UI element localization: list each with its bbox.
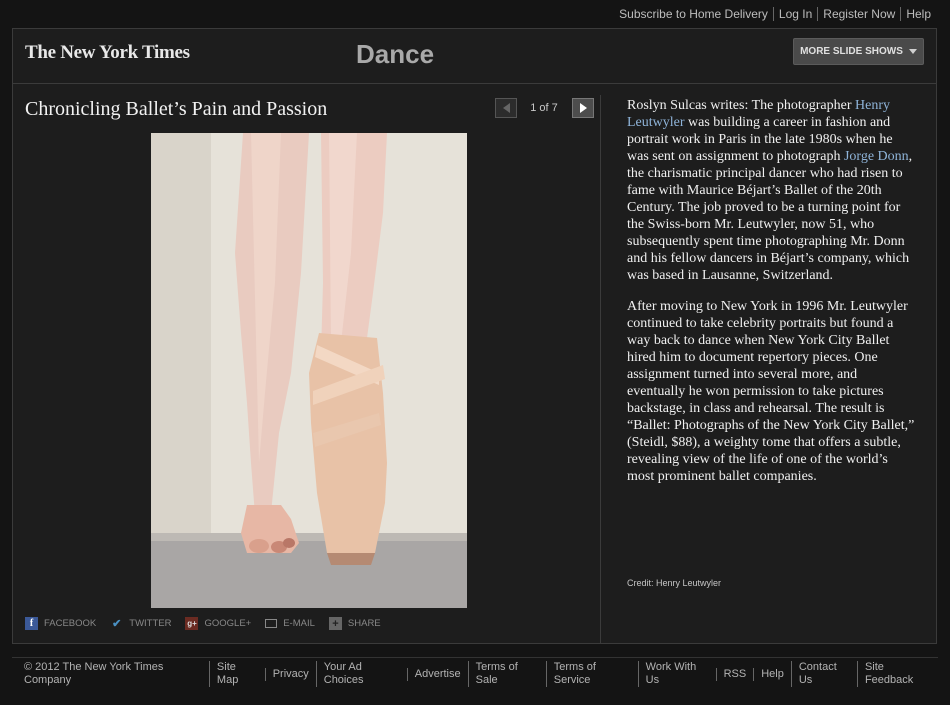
share-googleplus[interactable]: g+ GOOGLE+ [185, 617, 251, 630]
arrow-left-icon [502, 103, 510, 113]
facebook-icon: f [25, 617, 38, 630]
share-facebook[interactable]: f FACEBOOK [25, 617, 96, 630]
slideshow-header: The New York Times Dance MORE SLIDE SHOW… [13, 29, 936, 84]
share-email[interactable]: E-MAIL [265, 618, 315, 629]
arrow-right-icon [579, 103, 587, 113]
slide-title: Chronicling Ballet’s Pain and Passion [25, 98, 328, 120]
footer-terms-of-sale[interactable]: Terms of Sale [467, 661, 546, 687]
footer-contact-us[interactable]: Contact Us [790, 661, 857, 687]
footer-ad-choices[interactable]: Your Ad Choices [315, 661, 407, 687]
slide-photo[interactable] [151, 133, 467, 608]
share-bar: f FACEBOOK ✔ TWITTER g+ GOOGLE+ E-MAIL +… [25, 617, 395, 630]
plus-icon: + [328, 617, 342, 630]
nyt-logo[interactable]: The New York Times [25, 42, 190, 64]
login-link[interactable]: Log In [772, 7, 817, 21]
email-icon [265, 619, 278, 628]
help-link[interactable]: Help [900, 7, 936, 21]
previous-slide-button[interactable] [495, 98, 517, 118]
footer-site-map[interactable]: Site Map [208, 661, 265, 687]
googleplus-icon: g+ [185, 617, 199, 630]
footer-terms-of-service[interactable]: Terms of Service [545, 661, 638, 687]
share-twitter[interactable]: ✔ TWITTER [110, 617, 171, 630]
article-paragraph-2: After moving to New York in 1996 Mr. Leu… [627, 299, 915, 484]
ballet-feet-photo [151, 133, 467, 608]
footer-site-feedback[interactable]: Site Feedback [856, 661, 938, 687]
article-paragraph-1: Roslyn Sulcas writes: The photographer H… [627, 98, 913, 283]
column-divider [600, 95, 601, 644]
section-title: Dance [356, 39, 435, 69]
top-utility-bar: Subscribe to Home Delivery Log In Regist… [0, 0, 950, 28]
footer-copyright: © 2012 The New York Times Company [24, 661, 164, 686]
footer-help[interactable]: Help [753, 667, 791, 681]
site-footer: © 2012 The New York Times Company Site M… [12, 657, 938, 690]
chevron-down-icon [908, 49, 917, 54]
next-slide-button[interactable] [572, 98, 594, 118]
share-more[interactable]: + SHARE [328, 617, 381, 630]
footer-work-with-us[interactable]: Work With Us [637, 661, 716, 687]
more-slide-shows-label: MORE SLIDE SHOWS [800, 46, 903, 57]
article-text: Roslyn Sulcas writes: The photographer H… [627, 97, 917, 499]
twitter-icon: ✔ [112, 618, 122, 630]
subscribe-link[interactable]: Subscribe to Home Delivery [614, 7, 773, 21]
footer-privacy[interactable]: Privacy [264, 667, 316, 681]
slideshow-frame: The New York Times Dance MORE SLIDE SHOW… [12, 28, 937, 644]
register-link[interactable]: Register Now [817, 7, 900, 21]
slide-counter: 1 of 7 [530, 102, 558, 114]
jorge-donn-link[interactable]: Jorge Donn [844, 149, 909, 164]
more-slide-shows-button[interactable]: MORE SLIDE SHOWS [793, 38, 924, 65]
footer-rss[interactable]: RSS [715, 667, 754, 681]
footer-advertise[interactable]: Advertise [406, 667, 468, 681]
photo-credit: Credit: Henry Leutwyler [627, 578, 722, 588]
